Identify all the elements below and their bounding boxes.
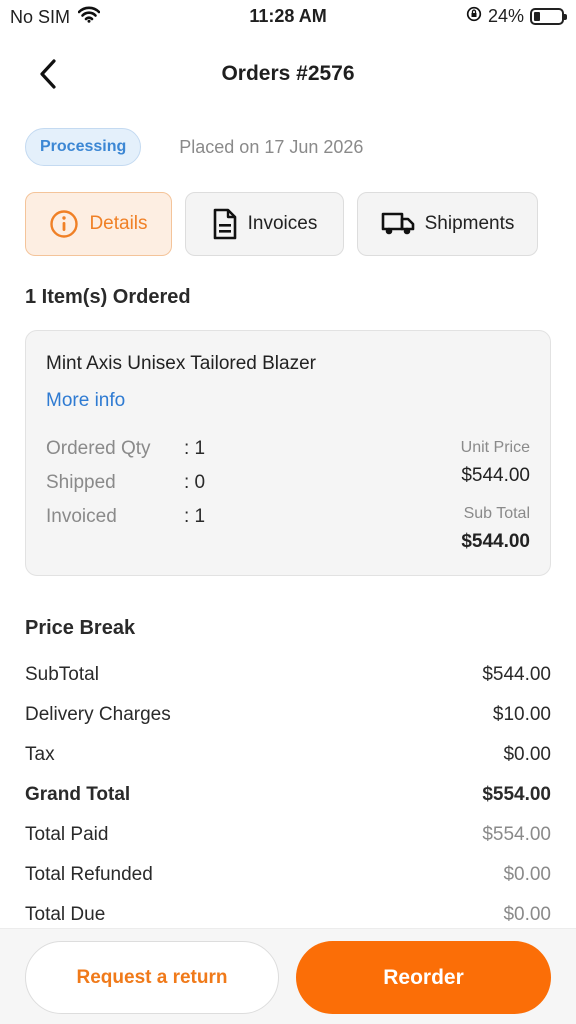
document-icon xyxy=(213,208,236,240)
unit-price-value: $544.00 xyxy=(461,465,530,486)
invoiced-qty-row: Invoiced : 1 xyxy=(46,506,205,528)
order-status-row: Processing Placed on 17 Jun 2026 xyxy=(25,128,363,166)
price-break-heading: Price Break xyxy=(25,617,136,639)
status-badge: Processing xyxy=(25,128,142,166)
orientation-lock-icon xyxy=(466,6,482,27)
shipped-qty-row: Shipped : 0 xyxy=(46,472,205,494)
status-bar-right: 24% xyxy=(466,6,567,27)
price-row-value: $10.00 xyxy=(492,704,551,725)
item-name: Mint Axis Unisex Tailored Blazer xyxy=(46,353,316,374)
tab-details[interactable]: Details xyxy=(25,192,172,256)
order-tabs: Details Invoices Shipments xyxy=(25,192,538,256)
price-row-label: Grand Total xyxy=(25,784,131,805)
truck-icon xyxy=(381,212,414,235)
reorder-button[interactable]: Reorder xyxy=(296,941,551,1014)
items-heading: 1 Item(s) Ordered xyxy=(25,286,191,308)
price-row-label: Total Due xyxy=(25,904,106,925)
price-row-subtotal: SubTotal $544.00 xyxy=(25,664,551,686)
price-row-value: $0.00 xyxy=(503,904,551,925)
invoiced-qty-label: Invoiced xyxy=(46,506,117,527)
unit-price-label: Unit Price xyxy=(460,439,530,456)
placed-date: Placed on 17 Jun 2026 xyxy=(179,136,364,157)
more-info-link[interactable]: More info xyxy=(46,390,125,412)
price-row-total-paid: Total Paid $554.00 xyxy=(25,824,551,846)
info-icon xyxy=(50,210,79,238)
page-title: Orders #2576 xyxy=(221,62,355,85)
ordered-qty-row: Ordered Qty : 1 xyxy=(46,438,205,460)
invoiced-qty-value: : 1 xyxy=(184,506,206,527)
price-row-value: $554.00 xyxy=(482,784,551,805)
sub-total-value: $544.00 xyxy=(461,531,530,552)
ordered-qty-value: : 1 xyxy=(184,438,206,459)
request-return-button[interactable]: Request a return xyxy=(25,941,279,1014)
tab-invoices[interactable]: Invoices xyxy=(185,192,344,256)
price-row-label: Total Paid xyxy=(25,824,109,845)
battery-percent: 24% xyxy=(487,6,524,26)
tab-invoices-label: Invoices xyxy=(247,213,318,234)
tab-details-label: Details xyxy=(89,213,148,234)
bottom-action-bar: Request a return Reorder xyxy=(0,928,576,1024)
shipped-qty-value: : 0 xyxy=(184,472,206,493)
price-row-value: $0.00 xyxy=(503,744,551,765)
header: Orders #2576 xyxy=(0,50,576,98)
price-row-value: $554.00 xyxy=(482,824,551,845)
ordered-qty-label: Ordered Qty xyxy=(46,438,151,459)
price-row-delivery: Delivery Charges $10.00 xyxy=(25,704,551,726)
shipped-qty-label: Shipped xyxy=(46,472,116,493)
price-row-label: Delivery Charges xyxy=(25,704,171,725)
price-row-label: SubTotal xyxy=(25,664,99,685)
price-row-grand-total: Grand Total $554.00 xyxy=(25,784,551,806)
tab-shipments[interactable]: Shipments xyxy=(357,192,538,256)
status-bar: No SIM 11:28 AM 24% xyxy=(0,0,576,34)
price-row-label: Total Refunded xyxy=(25,864,153,885)
price-row-label: Tax xyxy=(25,744,55,765)
order-item-card: Mint Axis Unisex Tailored Blazer More in… xyxy=(25,330,551,576)
price-row-value: $544.00 xyxy=(482,664,551,685)
tab-shipments-label: Shipments xyxy=(424,213,515,234)
price-row-total-due: Total Due $0.00 xyxy=(25,904,551,926)
price-row-value: $0.00 xyxy=(503,864,551,885)
battery-icon xyxy=(530,8,567,25)
price-row-tax: Tax $0.00 xyxy=(25,744,551,766)
sub-total-label: Sub Total xyxy=(463,505,530,522)
price-row-total-refunded: Total Refunded $0.00 xyxy=(25,864,551,886)
